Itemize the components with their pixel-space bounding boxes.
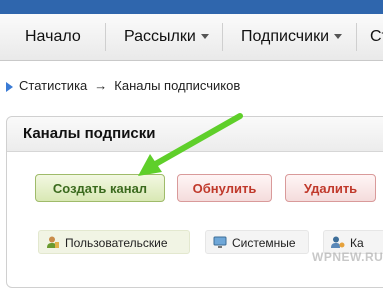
annotation-arrow [138, 113, 243, 176]
watermark: WPNEW.RU [312, 250, 383, 264]
